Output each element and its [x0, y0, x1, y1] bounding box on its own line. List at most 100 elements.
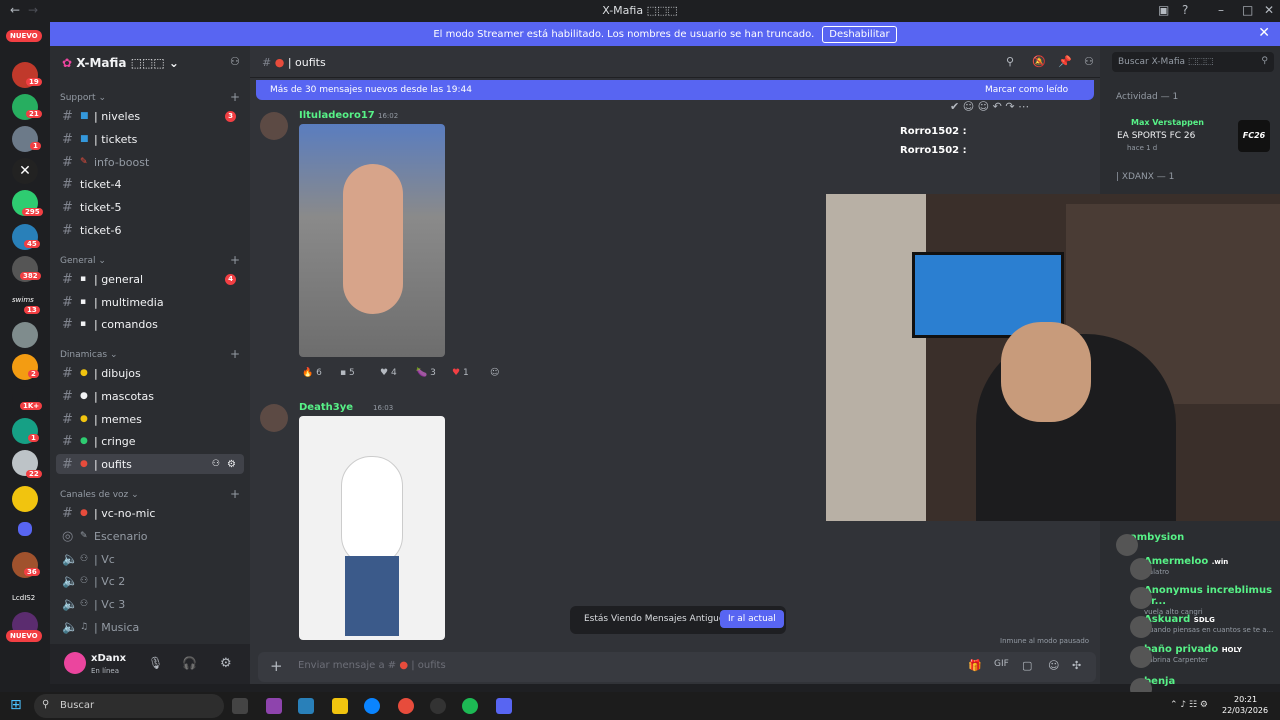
close-window-icon[interactable]: ✕ — [1264, 3, 1274, 17]
headphones-icon[interactable]: 🎧 — [182, 656, 197, 670]
server-label[interactable]: LcdIS2 — [12, 594, 35, 602]
sticker-icon[interactable]: ▢ — [1022, 659, 1032, 672]
apps-icon[interactable]: ✣ — [1072, 659, 1081, 672]
channel-ticket-4[interactable]: # ticket-4 — [56, 174, 244, 194]
member-row[interactable]: ambysion — [1116, 532, 1280, 556]
jump-present-button[interactable]: Ir al actual — [720, 610, 784, 628]
mute-icon[interactable]: 🔕 — [1032, 55, 1046, 68]
emoji-icon[interactable]: ☺ — [1048, 659, 1059, 672]
tray-icons[interactable]: ⌃ ♪ ☷ ⚙ — [1170, 700, 1208, 710]
microphone-icon[interactable]: 🎙 — [148, 656, 163, 670]
taskbar-search[interactable]: ⚲ Buscar — [34, 694, 224, 718]
chrome-icon[interactable] — [398, 698, 414, 714]
voice-channel-musica[interactable]: 🔈 ♫ | Musica — [56, 617, 244, 637]
avatar[interactable] — [260, 112, 288, 140]
attach-plus-icon[interactable]: + — [270, 657, 283, 675]
voice-channel-vc2[interactable]: 🔈 ⚇ | Vc 2 — [56, 571, 244, 591]
channel-comandos[interactable]: # ▪ | comandos — [56, 314, 244, 334]
invite-icon[interactable]: ⚇ — [212, 459, 220, 469]
file-explorer-icon[interactable] — [332, 698, 348, 714]
folder-icon[interactable] — [18, 522, 32, 536]
obs-icon[interactable] — [430, 698, 446, 714]
inbox-icon[interactable]: ▣ — [1158, 3, 1169, 17]
disable-streamer-button[interactable]: Deshabilitar — [822, 25, 897, 43]
message-author[interactable]: Death3ye — [299, 402, 353, 413]
message-actions[interactable]: ✔ ☺ ☺ ↶ ↷ ⋯ — [950, 100, 1029, 113]
gift-icon[interactable]: 🎁 — [968, 659, 982, 672]
channel-niveles[interactable]: # ■ | niveles 3 — [56, 106, 244, 126]
server-icon[interactable] — [12, 486, 38, 512]
gif-icon[interactable]: GIF — [994, 659, 1009, 669]
pin-icon[interactable]: 📌 — [1058, 55, 1072, 68]
add-channel-icon[interactable]: + — [230, 487, 240, 501]
reaction-emoji[interactable]: 🍆 3 — [416, 368, 436, 378]
close-banner-icon[interactable]: ✕ — [1258, 25, 1270, 41]
activity-user[interactable]: Max Verstappen — [1131, 118, 1204, 127]
server-icon[interactable]: ✕ — [12, 158, 38, 184]
member-row[interactable]: Amermeloo .win Balatro — [1130, 556, 1280, 580]
channel-general[interactable]: # ▪ | general 4 — [56, 269, 244, 289]
member-row[interactable]: benja — [1130, 676, 1280, 700]
add-channel-icon[interactable]: + — [230, 253, 240, 267]
category-dinamicas[interactable]: Dinamicas ⌄ + — [60, 347, 240, 361]
threads-icon[interactable]: ⚲ — [1006, 55, 1014, 68]
add-reaction-icon[interactable]: ☺ — [490, 368, 499, 378]
spotify-icon[interactable] — [462, 698, 478, 714]
guild-header[interactable]: ✿ X-Mafia ⬚⬚⬚ ⌄ ⚇ — [50, 46, 250, 80]
search-input[interactable]: Buscar X-Mafia ⬚⬚⬚ ⚲ — [1112, 52, 1274, 72]
channel-cringe[interactable]: # ● | cringe — [56, 431, 244, 451]
settings-icon[interactable]: ⚙ — [220, 656, 232, 671]
channel-oufits[interactable]: # ● | oufits ⚇ ⚙ — [56, 454, 244, 474]
category-support[interactable]: Support ⌄ + — [60, 90, 240, 104]
message-author[interactable]: Iltuladeoro17 — [299, 110, 375, 121]
new-pill[interactable]: NUEVO — [6, 30, 42, 42]
add-member-icon[interactable]: ⚇ — [230, 55, 240, 68]
channel-vc-no-mic[interactable]: # ● | vc-no-mic — [56, 503, 244, 523]
avatar[interactable] — [64, 652, 86, 674]
help-icon[interactable]: ? — [1182, 3, 1188, 17]
channel-tickets[interactable]: # ■ | tickets — [56, 129, 244, 149]
reaction-fire[interactable]: 🔥 6 — [302, 368, 322, 378]
category-general[interactable]: General ⌄ + — [60, 253, 240, 267]
windows-start-icon[interactable]: ⊞ — [10, 697, 22, 713]
channel-info-boost[interactable]: # ✎ info-boost — [56, 152, 244, 172]
edge-icon[interactable] — [364, 698, 380, 714]
server-label[interactable]: swims — [12, 296, 34, 304]
reaction-heart[interactable]: ♥ 1 — [452, 368, 469, 378]
message-image[interactable] — [299, 416, 445, 640]
maximize-icon[interactable]: □ — [1242, 3, 1253, 17]
gear-icon[interactable]: ⚙ — [227, 459, 236, 470]
reaction-emoji[interactable]: ▪ 5 — [340, 368, 355, 378]
reaction-emoji[interactable]: ♥ 4 — [380, 368, 397, 378]
channel-escenario[interactable]: ◎ ✎ Escenario — [56, 526, 244, 546]
channel-multimedia[interactable]: # ▪ | multimedia — [56, 292, 244, 312]
message-input[interactable]: + Enviar mensaje a # ● | oufits 🎁 GIF ▢ … — [258, 652, 1096, 682]
minimize-icon[interactable]: – — [1218, 3, 1224, 17]
member-row[interactable]: Askuard SDLG Cuando piensas en cuantos se… — [1130, 614, 1280, 638]
channel-ticket-6[interactable]: # ticket-6 — [56, 220, 244, 240]
channel-dibujos[interactable]: # ● | dibujos — [56, 363, 244, 383]
clock-time[interactable]: 20:21 — [1234, 695, 1257, 704]
new-pill[interactable]: NUEVO — [6, 630, 42, 642]
channel-ticket-5[interactable]: # ticket-5 — [56, 197, 244, 217]
task-view-icon[interactable] — [232, 698, 248, 714]
clock-date[interactable]: 22/03/2026 — [1222, 706, 1268, 715]
discord-icon[interactable] — [496, 698, 512, 714]
voice-channel-vc3[interactable]: 🔈 ⚇ | Vc 3 — [56, 594, 244, 614]
channel-mascotas[interactable]: # ● | mascotas — [56, 386, 244, 406]
new-messages-bar[interactable]: Más de 30 mensajes nuevos desde las 19:4… — [256, 80, 1094, 100]
add-channel-icon[interactable]: + — [230, 90, 240, 104]
member-row[interactable]: Anonymus increblimus pr... vuela alto can… — [1130, 585, 1280, 616]
channel-memes[interactable]: # ● | memes — [56, 409, 244, 429]
server-icon[interactable] — [12, 322, 38, 348]
mark-read-button[interactable]: Marcar como leído — [985, 85, 1068, 95]
message-image[interactable] — [299, 124, 445, 357]
voice-channel-vc[interactable]: 🔈 ⚇ | Vc — [56, 549, 244, 569]
category-voice[interactable]: Canales de voz ⌄ + — [60, 487, 240, 501]
member-row[interactable]: baño privado HOLY Sabrina Carpenter — [1130, 644, 1280, 668]
store-icon[interactable] — [298, 698, 314, 714]
members-icon[interactable]: ⚇ — [1084, 55, 1094, 68]
avatar[interactable] — [260, 404, 288, 432]
add-channel-icon[interactable]: + — [230, 347, 240, 361]
copilot-icon[interactable] — [266, 698, 282, 714]
